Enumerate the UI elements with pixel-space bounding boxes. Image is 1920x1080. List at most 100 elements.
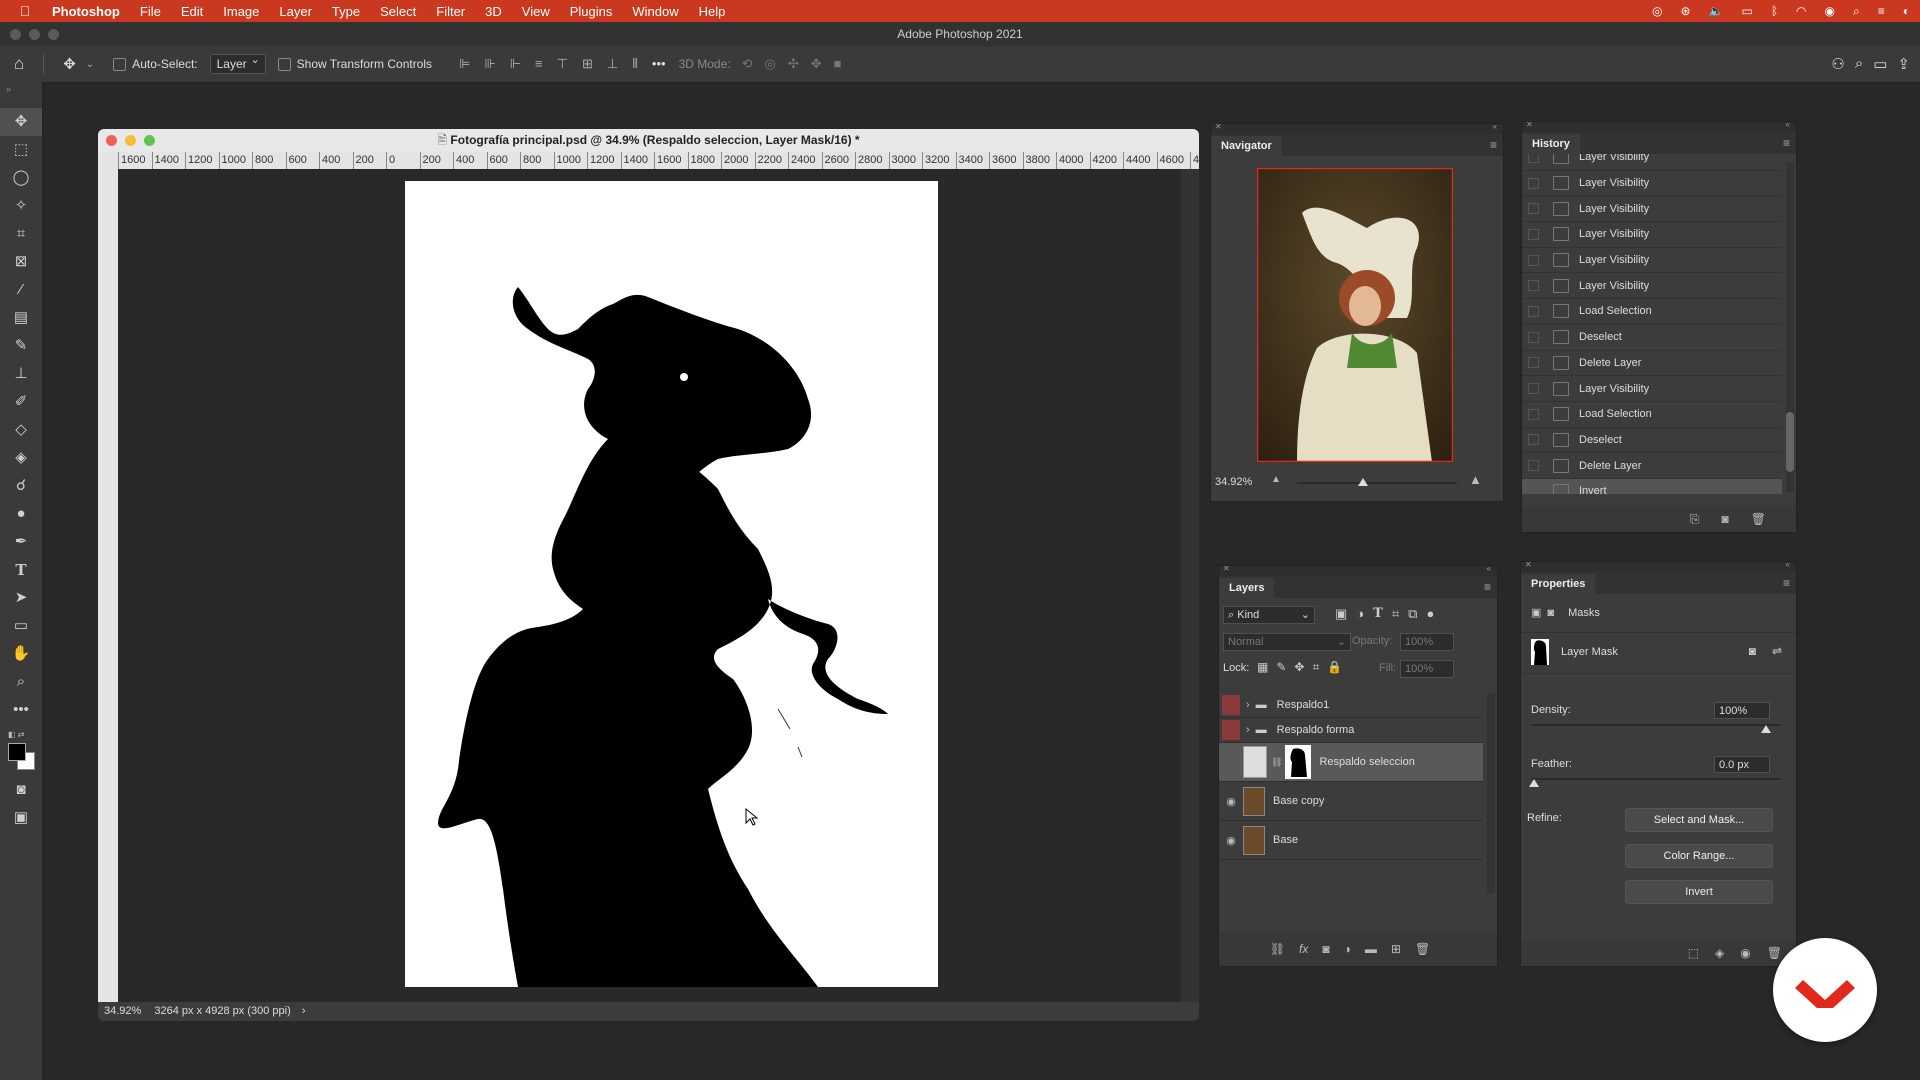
color-range-button[interactable]: Color Range... bbox=[1625, 844, 1773, 868]
minimize-document-icon[interactable] bbox=[125, 135, 136, 146]
visibility-toggle-off[interactable] bbox=[1222, 720, 1240, 740]
zoom-window-icon[interactable] bbox=[48, 29, 59, 40]
adjustment-layer-icon[interactable]: ◑ bbox=[1344, 942, 1351, 956]
tab-layers[interactable]: Layers bbox=[1219, 578, 1275, 598]
history-item[interactable]: Deselect bbox=[1522, 325, 1782, 351]
align-right-icon[interactable]: ⊩ bbox=[510, 56, 521, 72]
layer-mask-thumbnail[interactable] bbox=[1285, 745, 1312, 779]
lock-artboard-icon[interactable]: ⌗ bbox=[1312, 660, 1319, 675]
close-panel-icon[interactable]: ✕ bbox=[1223, 564, 1230, 573]
navigator-zoom-knob[interactable] bbox=[1358, 478, 1368, 486]
collapse-panel-icon[interactable]: « bbox=[1487, 564, 1491, 573]
siri-icon[interactable]: ◐ bbox=[1903, 4, 1910, 18]
magic-wand-icon[interactable]: ✧ bbox=[0, 192, 42, 220]
3d-slide-icon[interactable]: ✥ bbox=[811, 56, 822, 72]
menu-window[interactable]: Window bbox=[622, 4, 688, 19]
status-menu-chevron-icon[interactable]: › bbox=[302, 1005, 306, 1017]
trash-icon[interactable]: 🗑 bbox=[1415, 942, 1430, 956]
navigator-zoom-value[interactable]: 34.92% bbox=[1215, 476, 1252, 488]
collapse-panel-icon[interactable]: « bbox=[1786, 120, 1790, 129]
new-document-from-state-icon[interactable]: ⎘ bbox=[1690, 512, 1700, 527]
feather-slider[interactable] bbox=[1531, 778, 1781, 780]
apply-mask-icon[interactable]: ⇌ bbox=[1772, 644, 1782, 658]
filter-pixel-icon[interactable]: ▣ bbox=[1335, 606, 1347, 622]
eraser-icon[interactable]: ◇ bbox=[0, 416, 42, 444]
foreground-color-swatch[interactable] bbox=[8, 743, 26, 761]
layer-mask-thumbnail[interactable] bbox=[1531, 639, 1549, 665]
volume-icon[interactable]: 🔈 bbox=[1709, 4, 1724, 18]
menu-plugins[interactable]: Plugins bbox=[560, 4, 623, 19]
rectangle-icon[interactable]: ▭ bbox=[0, 612, 42, 640]
history-brush-source-toggle[interactable] bbox=[1528, 383, 1539, 395]
history-item[interactable]: Layer Visibility bbox=[1522, 196, 1782, 223]
move-tool-preset-icon[interactable]: ✥ bbox=[63, 55, 76, 73]
share-export-icon[interactable]: ⇪ bbox=[1897, 55, 1910, 73]
panel-menu-icon[interactable]: ≡ bbox=[1783, 576, 1790, 590]
move-icon[interactable]: ✥ bbox=[0, 108, 42, 136]
mask-icon[interactable]: ◙ bbox=[1547, 607, 1554, 619]
filter-shape-icon[interactable]: ⌗ bbox=[1392, 606, 1399, 622]
add-mask-icon[interactable]: ◙ bbox=[1322, 942, 1329, 956]
navigator-zoom-slider[interactable] bbox=[1297, 482, 1457, 484]
menu-select[interactable]: Select bbox=[370, 4, 426, 19]
density-slider[interactable] bbox=[1531, 724, 1781, 726]
apply-mask-icon[interactable]: ◈ bbox=[1715, 946, 1724, 960]
menu-file[interactable]: File bbox=[130, 4, 171, 19]
paint-bucket-icon[interactable]: ◈ bbox=[0, 444, 42, 472]
history-brush-icon[interactable]: ✐ bbox=[0, 388, 42, 416]
home-icon[interactable]: ⌂ bbox=[14, 54, 24, 74]
layer-row[interactable]: ◉ Base copy bbox=[1219, 782, 1483, 821]
eye-icon[interactable]: ◉ bbox=[1219, 795, 1243, 808]
navigator-thumbnail[interactable] bbox=[1256, 167, 1454, 463]
menu-image[interactable]: Image bbox=[213, 4, 269, 19]
feather-field[interactable]: 0.0 px bbox=[1714, 756, 1770, 773]
history-brush-source-toggle[interactable] bbox=[1528, 434, 1539, 446]
history-brush-source-toggle[interactable] bbox=[1528, 460, 1539, 472]
healing-icon[interactable]: ▤ bbox=[0, 304, 42, 332]
link-layers-icon[interactable]: ⛓ bbox=[1270, 942, 1285, 956]
history-brush-source-toggle[interactable] bbox=[1528, 357, 1539, 369]
close-panel-icon[interactable]: ✕ bbox=[1215, 122, 1222, 131]
horizontal-ruler[interactable]: 1600 1400 1200 1000 800 600 400 200 0 200 400 600 80… bbox=[118, 152, 1199, 169]
quick-mask-icon[interactable]: ◙ bbox=[0, 776, 42, 804]
hand-icon[interactable]: ✋ bbox=[0, 640, 42, 668]
type-icon[interactable]: T bbox=[0, 556, 42, 584]
history-brush-source-toggle[interactable] bbox=[1528, 485, 1539, 494]
history-brush-source-toggle[interactable] bbox=[1528, 228, 1539, 240]
menu-layer[interactable]: Layer bbox=[269, 4, 322, 19]
control-center-icon[interactable]: ≡ bbox=[1878, 4, 1885, 18]
align-center-h-icon[interactable]: ⊪ bbox=[484, 56, 495, 72]
align-bottom-icon[interactable]: ⊥ bbox=[607, 56, 618, 72]
eye-icon[interactable]: ◉ bbox=[1740, 946, 1750, 960]
collapse-panel-icon[interactable]: « bbox=[1493, 122, 1497, 131]
history-item[interactable]: Layer Visibility bbox=[1522, 154, 1782, 171]
workspace-icon[interactable]: ▭ bbox=[1873, 55, 1887, 73]
more-options-icon[interactable]: ••• bbox=[652, 56, 666, 72]
fx-icon[interactable]: fx bbox=[1299, 942, 1308, 956]
spotlight-icon[interactable]: ⌕ bbox=[1853, 4, 1860, 19]
chevron-right-icon[interactable]: › bbox=[1246, 699, 1250, 711]
filter-type-icon[interactable]: T bbox=[1373, 606, 1383, 622]
load-selection-icon[interactable]: ⬚ bbox=[1688, 946, 1699, 960]
menu-app[interactable]: Photoshop bbox=[42, 4, 130, 19]
history-brush-source-toggle[interactable] bbox=[1528, 203, 1539, 215]
sync-icon[interactable]: ⊛ bbox=[1680, 4, 1690, 18]
align-left-icon[interactable]: ⊫ bbox=[459, 56, 470, 72]
layer-row[interactable]: › ▬ Respaldo1 bbox=[1219, 693, 1483, 718]
ruler-origin[interactable] bbox=[98, 152, 118, 169]
lock-transparent-icon[interactable]: ▦ bbox=[1257, 660, 1268, 675]
layer-row[interactable]: ◉ Base bbox=[1219, 821, 1483, 860]
close-document-icon[interactable] bbox=[106, 135, 117, 146]
history-item[interactable]: Layer Visibility bbox=[1522, 222, 1782, 248]
density-knob[interactable] bbox=[1761, 725, 1771, 733]
history-brush-source-toggle[interactable] bbox=[1528, 331, 1539, 343]
zoom-document-icon[interactable] bbox=[144, 135, 155, 146]
history-scrollbar[interactable] bbox=[1786, 162, 1794, 492]
eyedropper-icon[interactable]: ⁄ bbox=[0, 276, 42, 304]
more-icon[interactable]: ••• bbox=[0, 696, 42, 724]
zoom-in-icon[interactable]: ▲ bbox=[1469, 472, 1482, 487]
menu-edit[interactable]: Edit bbox=[171, 4, 213, 19]
history-brush-source-toggle[interactable] bbox=[1528, 408, 1539, 420]
panel-menu-icon[interactable]: ≡ bbox=[1484, 580, 1491, 594]
zoom-level[interactable]: 34.92% bbox=[104, 1005, 141, 1017]
